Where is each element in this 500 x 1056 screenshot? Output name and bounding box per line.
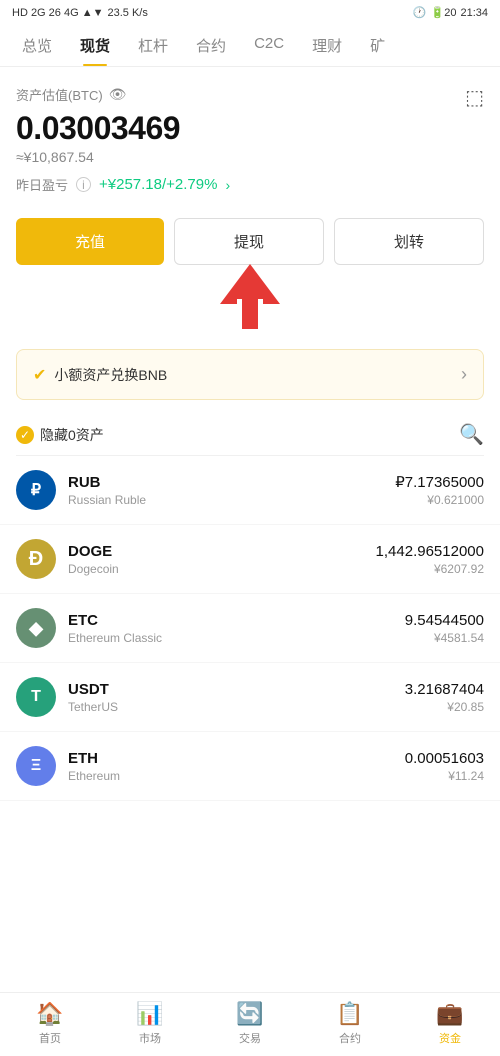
status-left: HD 2G 26 4G ▲▼ 23.5 K/s: [12, 7, 148, 19]
asset-amounts-usdt: 3.21687404 ¥20.85: [405, 681, 484, 714]
funds-icon: 💼: [436, 1001, 463, 1027]
tab-futures[interactable]: 合约: [182, 25, 240, 66]
pnl-label: 昨日盈亏: [16, 175, 68, 194]
asset-list-header: ✓ 隐藏0资产 🔍: [0, 410, 500, 455]
asset-item-eth[interactable]: Ξ ETH Ethereum0.00051603 ¥11.24: [0, 732, 500, 801]
asset-logo-doge: Ð: [16, 539, 56, 579]
pnl-arrow-icon: ›: [225, 177, 230, 193]
history-icon[interactable]: ⬚: [465, 85, 484, 110]
status-signal: HD 2G 26 4G ▲▼: [12, 7, 103, 19]
asset-item-usdt[interactable]: T USDT TetherUS3.21687404 ¥20.85: [0, 663, 500, 732]
nav-market[interactable]: 📊 市场: [100, 1001, 200, 1046]
pnl-value: +¥257.18/+2.79%: [99, 176, 217, 193]
contract-icon: 📋: [336, 1001, 363, 1027]
asset-balance-doge: 1,442.96512000: [376, 543, 484, 560]
asset-info-etc: ETC Ethereum Classic: [68, 612, 405, 645]
tab-overview[interactable]: 总览: [8, 25, 66, 66]
nav-market-label: 市场: [139, 1030, 161, 1046]
asset-amounts-doge: 1,442.96512000 ¥6207.92: [376, 543, 484, 576]
asset-symbol-etc: ETC: [68, 612, 405, 629]
asset-fullname-rub: Russian Ruble: [68, 493, 395, 507]
tab-c2c[interactable]: C2C: [240, 25, 298, 66]
nav-contract-label: 合约: [339, 1030, 361, 1046]
asset-item-etc[interactable]: ETC Ethereum Classic9.54544500 ¥4581.54: [0, 594, 500, 663]
asset-info-eth: ETH Ethereum: [68, 750, 405, 783]
convert-banner[interactable]: ✔ 小额资产兑换BNB ›: [16, 349, 484, 400]
asset-fullname-usdt: TetherUS: [68, 700, 405, 714]
asset-label-text: 资产估值(BTC): [16, 85, 103, 104]
asset-symbol-eth: ETH: [68, 750, 405, 767]
status-network: 23.5 K/s: [107, 7, 147, 19]
asset-symbol-usdt: USDT: [68, 681, 405, 698]
tab-finance[interactable]: 理财: [298, 25, 356, 66]
trade-icon: 🔄: [236, 1001, 263, 1027]
hide-zero-label: 隐藏0资产: [40, 425, 104, 445]
asset-item-doge[interactable]: Ð DOGE Dogecoin1,442.96512000 ¥6207.92: [0, 525, 500, 594]
asset-logo-eth: Ξ: [16, 746, 56, 786]
asset-header: 资产估值(BTC) 👁 ⬚ 0.03003469 ≈¥10,867.54 昨日盈…: [0, 67, 500, 204]
asset-amounts-eth: 0.00051603 ¥11.24: [405, 750, 484, 783]
tab-spot[interactable]: 现货: [66, 25, 124, 66]
asset-info-rub: RUB Russian Ruble: [68, 474, 395, 507]
btc-value: 0.03003469: [16, 110, 484, 147]
nav-contract[interactable]: 📋 合约: [300, 1001, 400, 1046]
tab-leverage[interactable]: 杠杆: [124, 25, 182, 66]
status-bar: HD 2G 26 4G ▲▼ 23.5 K/s 🕐 🔋20 21:34: [0, 0, 500, 25]
asset-fullname-eth: Ethereum: [68, 769, 405, 783]
asset-cny-etc: ¥4581.54: [405, 631, 484, 645]
asset-logo-etc: [16, 608, 56, 648]
asset-cny-doge: ¥6207.92: [376, 562, 484, 576]
asset-info-doge: DOGE Dogecoin: [68, 543, 376, 576]
tab-mining[interactable]: 矿: [356, 25, 399, 66]
status-battery: 🔋20: [431, 6, 457, 19]
status-alarm: 🕐: [413, 6, 427, 19]
nav-trade[interactable]: 🔄 交易: [200, 1001, 300, 1046]
nav-trade-label: 交易: [239, 1030, 261, 1046]
asset-item-rub[interactable]: ₽ RUB Russian Ruble₽7.17365000 ¥0.621000: [0, 456, 500, 525]
market-icon: 📊: [136, 1001, 163, 1027]
nav-funds[interactable]: 💼 资金: [400, 1001, 500, 1046]
transfer-button[interactable]: 划转: [334, 218, 484, 265]
convert-icon: ✔: [33, 365, 46, 385]
asset-symbol-doge: DOGE: [68, 543, 376, 560]
asset-cny-usdt: ¥20.85: [405, 700, 484, 714]
nav-home-label: 首页: [39, 1030, 61, 1046]
asset-cny-eth: ¥11.24: [405, 769, 484, 783]
action-buttons: 充值 提现 划转: [0, 204, 500, 279]
asset-amounts-rub: ₽7.17365000 ¥0.621000: [395, 473, 484, 507]
asset-balance-eth: 0.00051603: [405, 750, 484, 767]
asset-balance-rub: ₽7.17365000: [395, 473, 484, 491]
hide-zero-toggle[interactable]: ✓ 隐藏0资产: [16, 425, 104, 445]
convert-text: 小额资产兑换BNB: [54, 365, 167, 385]
cny-approx: ≈¥10,867.54: [16, 149, 484, 165]
asset-logo-usdt: T: [16, 677, 56, 717]
status-time: 21:34: [460, 7, 488, 19]
asset-fullname-etc: Ethereum Classic: [68, 631, 405, 645]
recharge-button[interactable]: 充值: [16, 218, 164, 265]
convert-left: ✔ 小额资产兑换BNB: [33, 365, 167, 385]
asset-balance-usdt: 3.21687404: [405, 681, 484, 698]
check-circle-icon: ✓: [16, 426, 34, 444]
withdraw-button[interactable]: 提现: [174, 218, 324, 265]
search-icon[interactable]: 🔍: [459, 422, 484, 447]
bottom-nav: 🏠 首页 📊 市场 🔄 交易 📋 合约 💼 资金: [0, 992, 500, 1056]
asset-info-usdt: USDT TetherUS: [68, 681, 405, 714]
nav-tabs: 总览 现货 杠杆 合约 C2C 理财 矿: [0, 25, 500, 67]
convert-chevron-icon: ›: [461, 364, 467, 385]
asset-list: ₽ RUB Russian Ruble₽7.17365000 ¥0.621000 Ð DO…: [0, 456, 500, 801]
nav-home[interactable]: 🏠 首页: [0, 1001, 100, 1046]
status-right: 🕐 🔋20 21:34: [413, 6, 488, 19]
asset-logo-rub: ₽: [16, 470, 56, 510]
pnl-info-icon: i: [76, 177, 91, 192]
asset-fullname-doge: Dogecoin: [68, 562, 376, 576]
home-icon: 🏠: [36, 1001, 63, 1027]
nav-funds-label: 资金: [439, 1030, 461, 1046]
eye-icon[interactable]: 👁: [109, 86, 127, 103]
asset-amounts-etc: 9.54544500 ¥4581.54: [405, 612, 484, 645]
asset-symbol-rub: RUB: [68, 474, 395, 491]
asset-cny-rub: ¥0.621000: [395, 493, 484, 507]
asset-balance-etc: 9.54544500: [405, 612, 484, 629]
